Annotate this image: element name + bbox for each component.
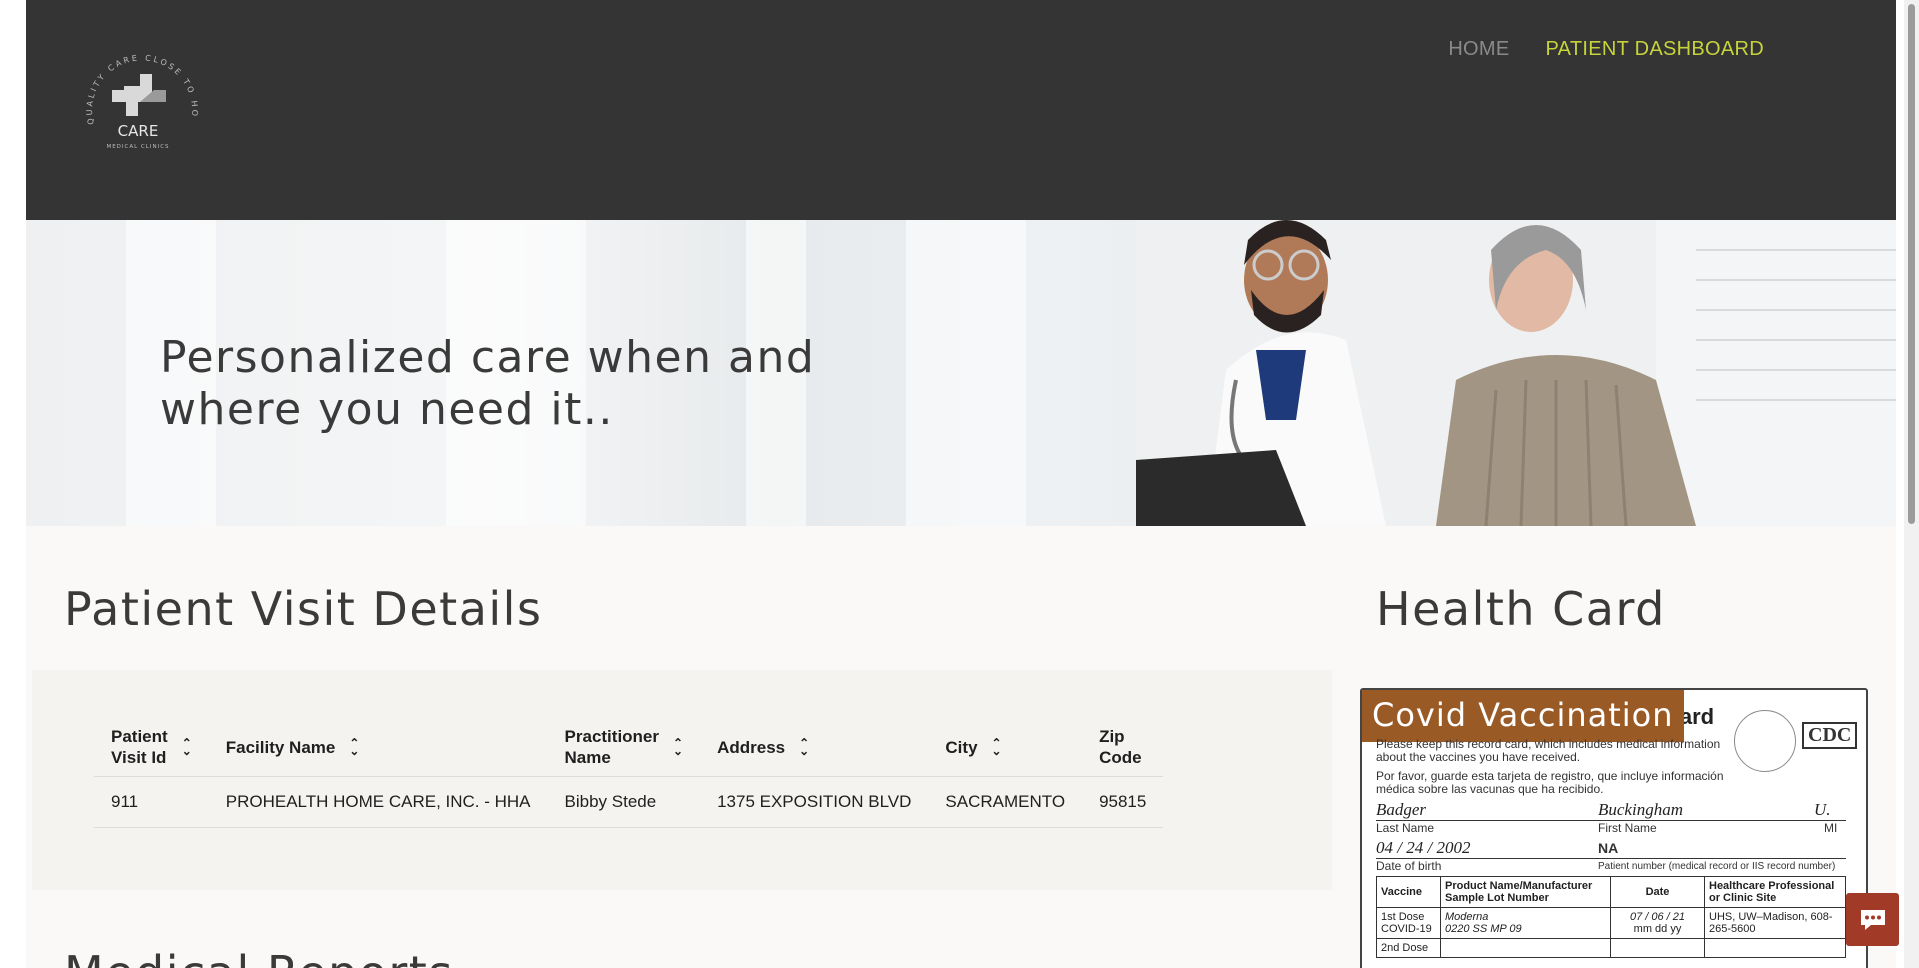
card-dose1-site: UHS, UW–Madison, 608-265-5600 bbox=[1704, 907, 1846, 939]
logo-name: CARE bbox=[118, 122, 159, 140]
health-card-title: Health Card bbox=[1376, 582, 1666, 636]
card-note-es: Por favor, guarde esta tarjeta de regist… bbox=[1376, 769, 1724, 796]
logo-sub: MEDICAL CLINICS bbox=[106, 144, 169, 150]
card-col-product: Product Name/Manufacturer Sample Lot Numb… bbox=[1440, 876, 1611, 908]
cell-practitioner: Bibby Stede bbox=[547, 776, 701, 828]
col-address[interactable]: Address ⌃ ⌄ bbox=[700, 720, 929, 777]
card-note-en: Please keep this record card, which incl… bbox=[1376, 737, 1721, 764]
cell-address: 1375 EXPOSITION BLVD bbox=[700, 776, 929, 828]
card-last-name: Badger bbox=[1376, 800, 1427, 819]
sort-icon[interactable]: ⌃ ⌄ bbox=[799, 737, 809, 757]
top-header: QUALITY CARE CLOSE TO HOME CARE MEDICAL … bbox=[26, 0, 1896, 220]
vaccine-record-table: Vaccine Product Name/Manufacturer Sample … bbox=[1376, 876, 1846, 958]
cell-zip: 95815 bbox=[1082, 776, 1164, 828]
scrollbar-thumb[interactable] bbox=[1908, 4, 1915, 524]
col-practitioner-name[interactable]: Practitioner Name ⌃ ⌄ bbox=[547, 720, 701, 777]
sort-icon[interactable]: ⌃ ⌄ bbox=[673, 737, 683, 757]
covid-vaccination-card: Card CDC Covid Vaccination Please keep t… bbox=[1360, 688, 1868, 968]
visit-details-panel: Patient Visit Id ⌃ ⌄ Facility Name ⌃ ⌄ Practi… bbox=[32, 670, 1332, 890]
card-first-name: Buckingham bbox=[1598, 800, 1683, 819]
cdc-logo: CDC bbox=[1802, 722, 1858, 749]
card-col-vaccine: Vaccine bbox=[1376, 876, 1441, 908]
chat-bubble-icon bbox=[1860, 909, 1885, 930]
card-label-patient-number: Patient number (medical record or IIS re… bbox=[1598, 861, 1836, 872]
hero-line-1: Personalized care when and bbox=[160, 332, 816, 383]
card-col-date: Date bbox=[1610, 876, 1705, 908]
card-label-dob: Date of birth bbox=[1376, 859, 1442, 873]
patient-visit-details-title: Patient Visit Details bbox=[64, 582, 543, 636]
card-col-site: Healthcare Professional or Clinic Site bbox=[1704, 876, 1846, 908]
table-row: 911 PROHEALTH HOME CARE, INC. - HHA Bibb… bbox=[94, 776, 1164, 828]
card-dob: 04 / 24 / 2002 bbox=[1376, 838, 1471, 857]
care-logo[interactable]: QUALITY CARE CLOSE TO HOME CARE MEDICAL … bbox=[69, 37, 204, 174]
card-dose1-label: 1st Dose COVID-19 bbox=[1376, 907, 1441, 939]
card-dose1-product: Moderna 0220 SS MP 09 bbox=[1440, 907, 1611, 939]
chat-button[interactable] bbox=[1846, 893, 1899, 946]
nav-patient-dashboard-link[interactable]: PATIENT DASHBOARD bbox=[1546, 38, 1764, 61]
card-label-first: First Name bbox=[1598, 821, 1657, 835]
table-header-row: Patient Visit Id ⌃ ⌄ Facility Name ⌃ ⌄ Practi… bbox=[94, 720, 1164, 777]
card-label-last: Last Name bbox=[1376, 821, 1435, 835]
hero-photo-doctor-patient bbox=[1136, 220, 1896, 526]
hero-headline: Personalized care when and where you nee… bbox=[160, 332, 860, 436]
card-patient-number: NA bbox=[1598, 840, 1619, 856]
card-label-mi: MI bbox=[1824, 821, 1838, 835]
col-zip-code: Zip Code bbox=[1082, 720, 1164, 777]
main-nav: HOME PATIENT DASHBOARD bbox=[1448, 38, 1764, 61]
page: QUALITY CARE CLOSE TO HOME CARE MEDICAL … bbox=[26, 0, 1896, 968]
col-patient-visit-id[interactable]: Patient Visit Id ⌃ ⌄ bbox=[94, 720, 209, 777]
hero-banner: Personalized care when and where you nee… bbox=[26, 220, 1896, 526]
card-banner: Covid Vaccination bbox=[1362, 690, 1684, 742]
sort-icon[interactable]: ⌃ ⌄ bbox=[992, 737, 1002, 757]
medical-reports-title: Medical Reports bbox=[64, 946, 454, 968]
col-facility-name[interactable]: Facility Name ⌃ ⌄ bbox=[208, 720, 548, 777]
page-scrollbar[interactable] bbox=[1904, 0, 1919, 968]
nav-home-link[interactable]: HOME bbox=[1448, 38, 1509, 61]
hhs-seal-icon bbox=[1734, 710, 1796, 772]
sort-icon[interactable]: ⌃ ⌄ bbox=[182, 737, 192, 757]
cell-city: SACRAMENTO bbox=[928, 776, 1083, 828]
card-dose1-date: 07 / 06 / 21 mm dd yy bbox=[1610, 907, 1705, 939]
col-city[interactable]: City ⌃ ⌄ bbox=[928, 720, 1083, 777]
visit-details-table: Patient Visit Id ⌃ ⌄ Facility Name ⌃ ⌄ Practi… bbox=[94, 720, 1164, 828]
cell-visit-id: 911 bbox=[94, 776, 209, 828]
hero-line-2: where you need it.. bbox=[160, 384, 614, 435]
card-dose2-label: 2nd Dose bbox=[1376, 938, 1441, 958]
cell-facility: PROHEALTH HOME CARE, INC. - HHA bbox=[208, 776, 548, 828]
sort-icon[interactable]: ⌃ ⌄ bbox=[349, 737, 359, 757]
card-mi: U. bbox=[1814, 800, 1831, 819]
